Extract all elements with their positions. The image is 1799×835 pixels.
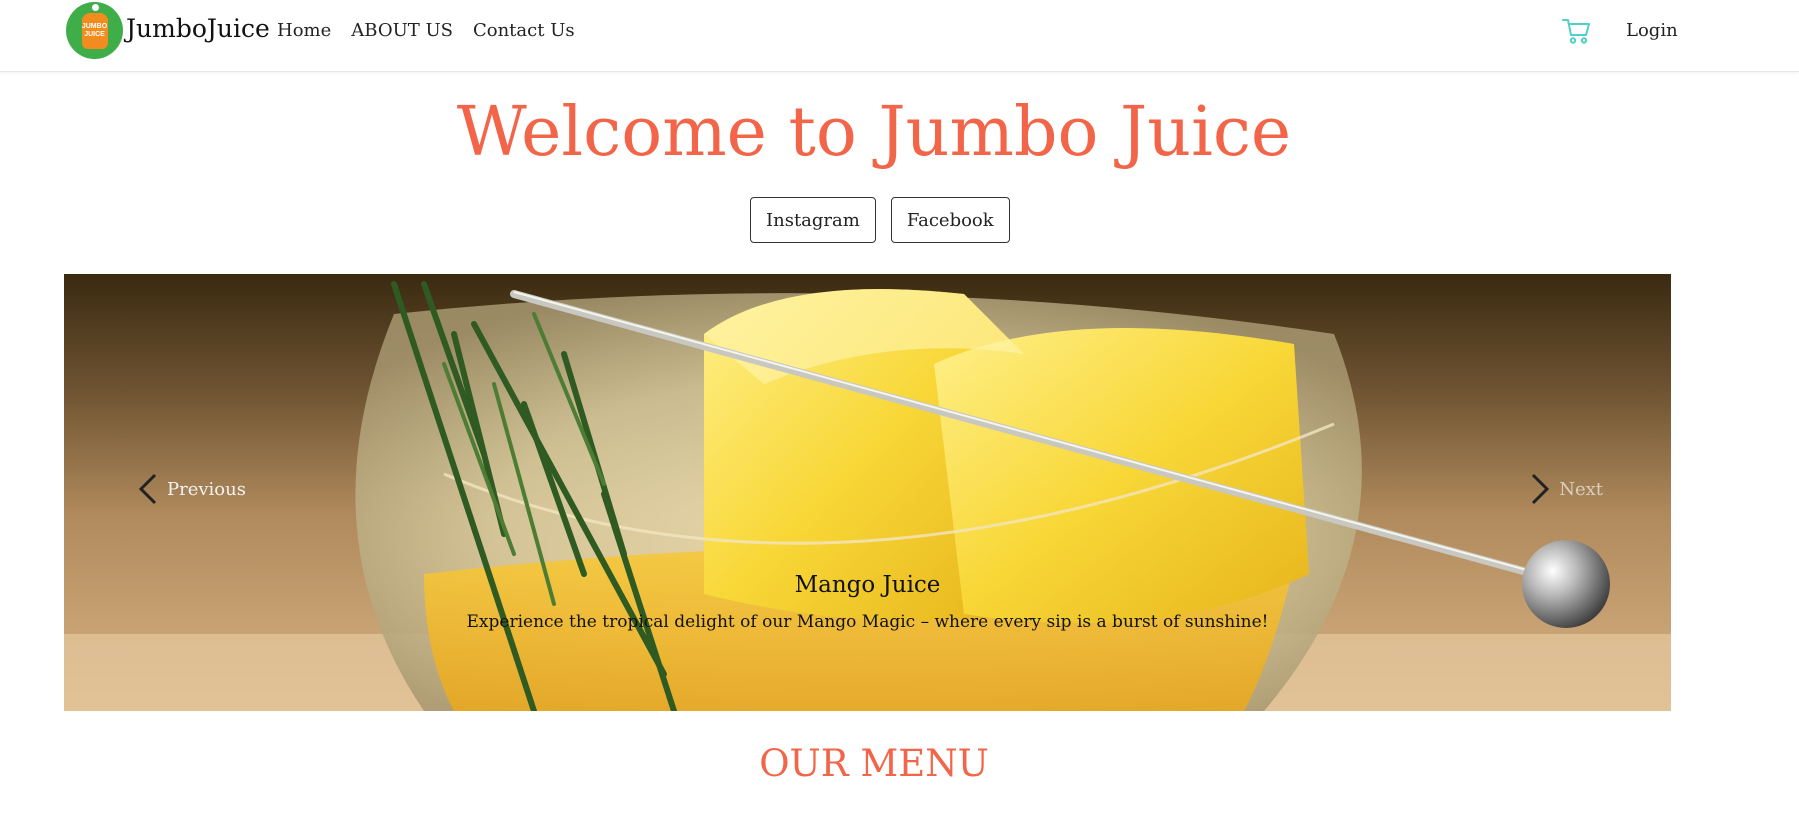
chevron-right-icon [1532, 473, 1550, 505]
carousel-next-label: Next [1559, 478, 1603, 500]
social-buttons: Instagram Facebook [750, 197, 1010, 243]
logo-text-1: JUMBO [81, 22, 108, 30]
slide-title: Mango Juice [794, 572, 941, 598]
brand-name[interactable]: JumboJuice [126, 14, 270, 43]
carousel-prev-label: Previous [167, 478, 246, 500]
slide-description: Experience the tropical delight of our M… [466, 612, 1269, 632]
menu-heading: OUR MENU [759, 742, 989, 785]
carousel: Previous Next Mango Juice Experience the… [64, 274, 1671, 711]
navbar: JUMBO JUICE JumboJuice Home ABOUT US Con… [0, 0, 1799, 72]
logo-cap [91, 3, 99, 11]
nav-link-contact[interactable]: Contact Us [473, 20, 575, 41]
nav-link-home[interactable]: Home [277, 20, 331, 41]
carousel-prev-button[interactable]: Previous [137, 472, 246, 506]
facebook-button[interactable]: Facebook [890, 197, 1010, 243]
page-title: Welcome to Jumbo Juice [456, 93, 1292, 172]
brand-logo[interactable]: JUMBO JUICE [66, 2, 123, 59]
carousel-caption: Mango Juice Experience the tropical deli… [64, 572, 1671, 632]
carousel-next-button[interactable]: Next [1529, 472, 1603, 506]
nav-link-about[interactable]: ABOUT US [351, 20, 453, 41]
login-link[interactable]: Login [1626, 20, 1678, 41]
logo-text-2: JUICE [84, 30, 105, 38]
mango-juice-image [64, 274, 1671, 711]
chevron-left-icon [138, 473, 157, 505]
shopping-cart-icon[interactable] [1562, 17, 1592, 45]
nav-links: Home ABOUT US Contact Us [277, 20, 575, 41]
instagram-button[interactable]: Instagram [750, 197, 876, 243]
juice-bottle-icon: JUMBO JUICE [81, 3, 108, 49]
